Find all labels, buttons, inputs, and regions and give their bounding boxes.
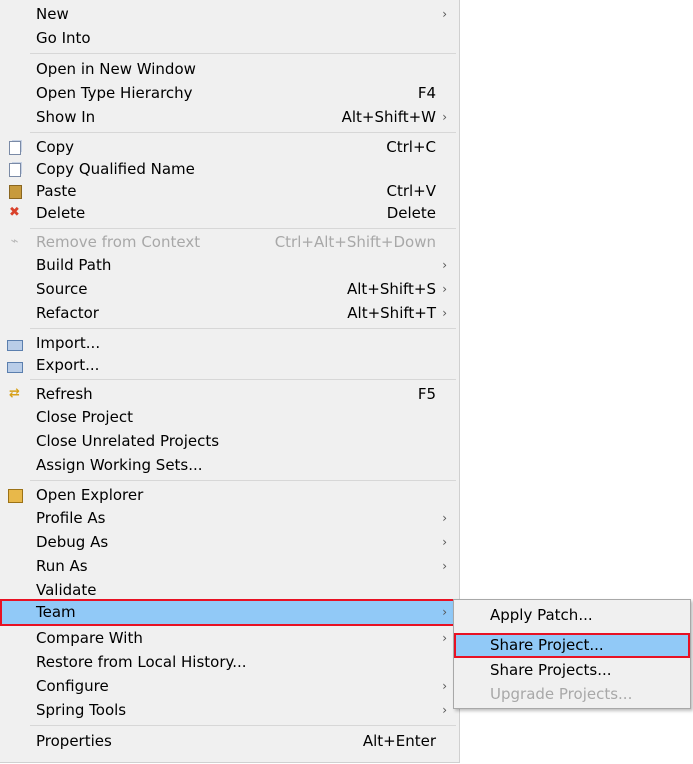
menu-item-delete[interactable]: ✖ Delete Delete [0, 201, 459, 225]
shortcut-label: Ctrl+V [386, 182, 436, 200]
menu-item-compare-with[interactable]: Compare With › [0, 626, 459, 650]
submenu-item-share-projects[interactable]: Share Projects... [454, 658, 690, 682]
menu-separator [30, 228, 456, 229]
submenu-arrow-icon: › [442, 110, 447, 124]
submenu-arrow-icon: › [442, 559, 447, 573]
menu-separator [30, 53, 456, 54]
menu-item-close-project[interactable]: Close Project [0, 405, 459, 429]
submenu-arrow-icon: › [442, 511, 447, 525]
shortcut-label: Delete [386, 204, 436, 222]
copy-qualified-name-icon [7, 162, 22, 177]
menu-item-open-explorer[interactable]: Open Explorer [0, 483, 459, 507]
shortcut-label: F4 [417, 84, 436, 102]
menu-item-assign-working-sets[interactable]: Assign Working Sets... [0, 453, 459, 477]
menu-item-configure[interactable]: Configure › [0, 674, 459, 698]
menu-item-import[interactable]: Import... [0, 331, 459, 355]
menu-item-export[interactable]: Export... [0, 353, 459, 377]
open-explorer-icon [7, 488, 23, 503]
shortcut-label: Ctrl+C [386, 138, 436, 156]
remove-from-context-icon: ⌁ [10, 234, 19, 249]
context-menu: New › Go Into Open in New Window Open Typ… [0, 0, 460, 763]
shortcut-label: Alt+Shift+T [347, 304, 436, 322]
paste-icon [7, 184, 22, 199]
submenu-item-upgrade-projects: Upgrade Projects... [490, 685, 633, 703]
menu-item-team[interactable]: Team › [0, 599, 459, 626]
menu-item-refresh[interactable]: ⇄ Refresh F5 [0, 382, 459, 406]
menu-item-build-path[interactable]: Build Path › [0, 253, 459, 277]
menu-separator [30, 328, 456, 329]
submenu-item-apply-patch[interactable]: Apply Patch... [454, 603, 690, 627]
menu-separator [30, 725, 456, 726]
menu-item-close-unrelated-projects[interactable]: Close Unrelated Projects [0, 429, 459, 453]
submenu-arrow-icon: › [442, 306, 447, 320]
shortcut-label: Ctrl+Alt+Shift+Down [274, 233, 436, 251]
menu-item-spring-tools[interactable]: Spring Tools › [0, 698, 459, 722]
menu-item-remove-from-context: ⌁ Remove from Context Ctrl+Alt+Shift+Down [0, 230, 459, 254]
submenu-arrow-icon: › [442, 282, 447, 296]
shortcut-label: F5 [417, 385, 436, 403]
menu-item-open-type-hierarchy[interactable]: Open Type Hierarchy F4 [0, 81, 459, 105]
menu-item-show-in[interactable]: Show In Alt+Shift+W › [0, 105, 459, 129]
submenu-arrow-icon: › [442, 258, 447, 272]
team-submenu: Apply Patch... Share Project... Share Pr… [453, 599, 691, 709]
submenu-item-share-project[interactable]: Share Project... [454, 633, 690, 658]
menu-item-properties[interactable]: Properties Alt+Enter [0, 729, 459, 753]
menu-item-paste[interactable]: Paste Ctrl+V [0, 179, 459, 203]
menu-item-copy[interactable]: Copy Ctrl+C [0, 135, 459, 159]
copy-icon [7, 140, 22, 155]
menu-item-open-in-new-window[interactable]: Open in New Window [0, 57, 459, 81]
menu-item-copy-qualified-name[interactable]: Copy Qualified Name [0, 157, 459, 181]
delete-icon: ✖ [9, 205, 20, 220]
refresh-icon: ⇄ [9, 386, 20, 401]
menu-item-refactor[interactable]: Refactor Alt+Shift+T › [0, 301, 459, 325]
submenu-arrow-icon: › [442, 535, 447, 549]
menu-item-profile-as[interactable]: Profile As › [0, 506, 459, 530]
submenu-arrow-icon: › [442, 605, 447, 619]
menu-item-debug-as[interactable]: Debug As › [0, 530, 459, 554]
menu-separator [30, 379, 456, 380]
menu-separator [30, 132, 456, 133]
submenu-arrow-icon: › [442, 631, 447, 645]
menu-item-go-into[interactable]: Go Into [0, 26, 459, 50]
menu-separator [30, 480, 456, 481]
menu-item-new[interactable]: New › [0, 2, 459, 26]
export-icon [7, 358, 23, 373]
submenu-arrow-icon: › [442, 679, 447, 693]
submenu-arrow-icon: › [442, 703, 447, 717]
menu-item-run-as[interactable]: Run As › [0, 554, 459, 578]
shortcut-label: Alt+Enter [362, 732, 436, 750]
menu-item-restore-from-local-history[interactable]: Restore from Local History... [0, 650, 459, 674]
shortcut-label: Alt+Shift+S [346, 280, 436, 298]
import-icon [7, 336, 23, 351]
submenu-arrow-icon: › [442, 7, 447, 21]
menu-item-source[interactable]: Source Alt+Shift+S › [0, 277, 459, 301]
shortcut-label: Alt+Shift+W [341, 108, 436, 126]
